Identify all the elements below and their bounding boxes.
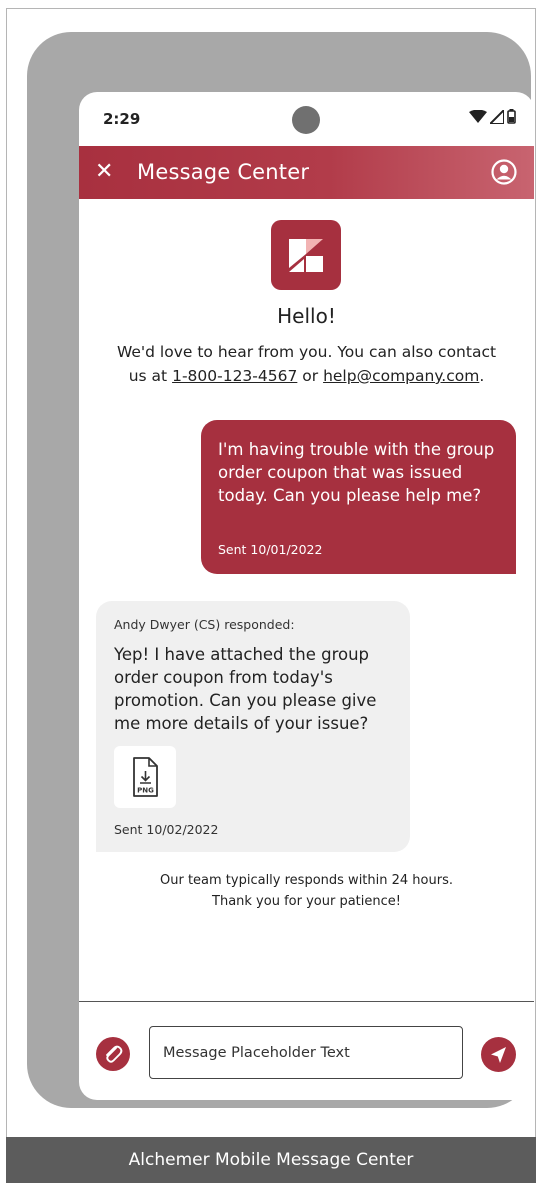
close-icon[interactable]: ✕	[95, 159, 113, 185]
app-header: ✕ Message Center	[79, 146, 534, 199]
signal-icon	[490, 109, 504, 124]
message-text: I'm having trouble with the group order …	[218, 440, 495, 505]
send-button[interactable]	[481, 1037, 516, 1072]
camera-cutout	[292, 106, 320, 134]
intro-line-2: us at 1-800-123-4567 or help@company.com…	[91, 364, 522, 388]
incoming-message: Andy Dwyer (CS) responded: Yep! I have a…	[96, 601, 410, 852]
header-title: Message Center	[137, 160, 310, 184]
note-line-2: Thank you for your patience!	[212, 894, 401, 909]
message-text: Yep! I have attached the group order cou…	[114, 645, 377, 733]
figure-caption: Alchemer Mobile Message Center	[6, 1137, 536, 1183]
intro-suffix: .	[479, 367, 485, 385]
intro-mid: or	[297, 367, 324, 385]
attachment-type-label: PNG	[137, 787, 154, 795]
intro-prefix: us at	[128, 367, 173, 385]
greeting-heading: Hello!	[277, 304, 336, 328]
message-input[interactable]	[149, 1026, 463, 1079]
response-time-note: Our team typically responds within 24 ho…	[79, 870, 534, 912]
status-time: 2:29	[103, 110, 141, 128]
profile-icon[interactable]	[491, 159, 517, 185]
intro-line-1: We'd love to hear from you. You can also…	[116, 343, 497, 361]
wifi-icon	[469, 109, 487, 123]
status-bar: 2:29	[79, 92, 534, 146]
png-attachment[interactable]: PNG	[114, 746, 176, 808]
attach-button[interactable]	[96, 1037, 130, 1071]
responder-name: Andy Dwyer (CS) responded:	[114, 617, 295, 632]
phone-link[interactable]: 1-800-123-4567	[172, 367, 297, 385]
sent-timestamp: Sent 10/01/2022	[218, 542, 323, 557]
battery-icon	[507, 109, 516, 124]
email-link[interactable]: help@company.com	[323, 367, 479, 385]
send-icon	[491, 1047, 506, 1063]
phone-screen: 2:29 ✕ Message Center Hello! We'd love t…	[79, 92, 534, 1100]
png-file-icon: PNG	[133, 757, 158, 797]
company-logo	[271, 220, 341, 290]
outgoing-message: I'm having trouble with the group order …	[201, 420, 516, 574]
sent-timestamp: Sent 10/02/2022	[114, 822, 219, 837]
intro-text: We'd love to hear from you. You can also…	[91, 340, 522, 388]
composer-divider	[79, 1001, 534, 1002]
phone-mockup: 2:29 ✕ Message Center Hello! We'd love t…	[27, 32, 534, 1108]
note-line-1: Our team typically responds within 24 ho…	[160, 873, 453, 888]
paperclip-icon	[106, 1045, 123, 1063]
logo-mark-icon	[289, 239, 323, 272]
status-icons	[469, 109, 516, 124]
